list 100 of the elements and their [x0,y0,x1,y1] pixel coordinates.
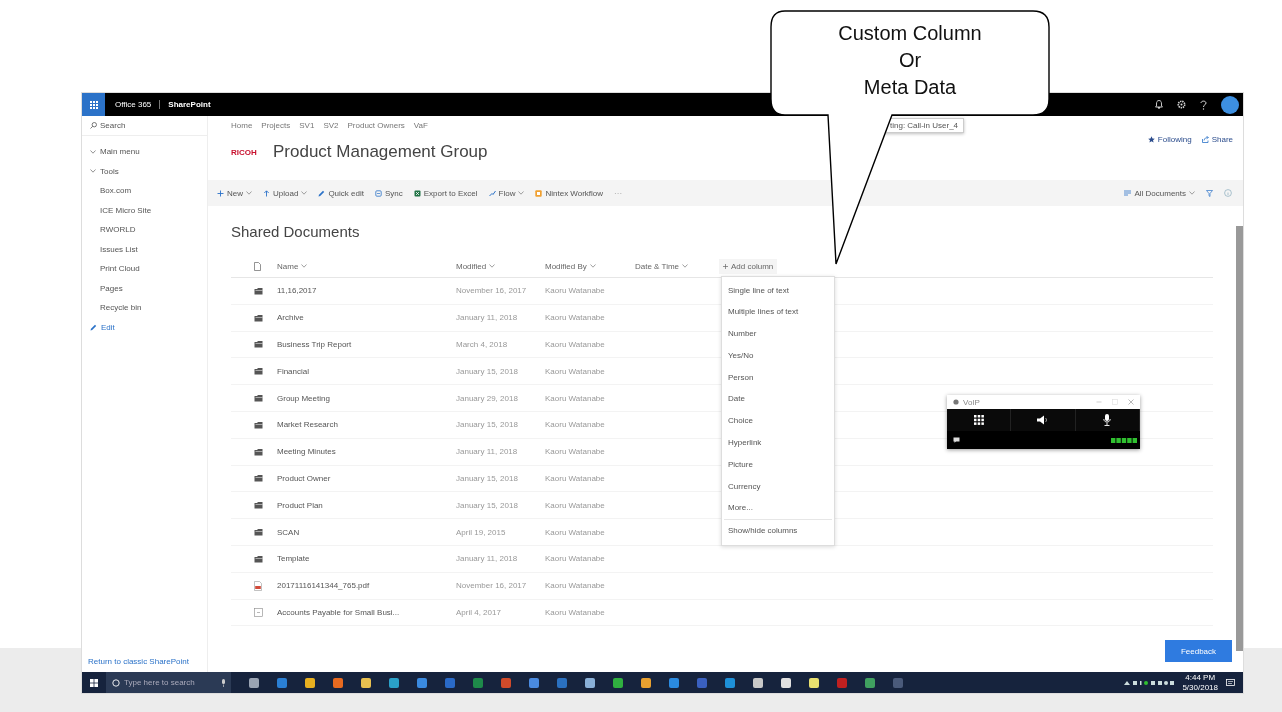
nav-item[interactable]: Main menu [82,142,207,162]
breadcrumb-link[interactable]: Home [231,121,253,131]
nav-item[interactable]: Recycle bin [82,298,207,318]
menu-item[interactable]: More... [722,497,834,520]
chevron-down-icon [589,264,596,268]
menu-item[interactable]: Currency [722,475,834,498]
nav-item[interactable]: Pages [82,278,207,298]
toolbar-button[interactable]: New [212,186,257,200]
toolbar-button[interactable]: Quick edit [313,186,369,200]
taskbar-app-icon[interactable] [865,677,875,688]
toolbar-button[interactable]: Sync [369,186,408,200]
file-name[interactable]: Business Trip Report [277,340,456,349]
taskbar-app-icon[interactable] [389,677,399,688]
table-cell-text: April 19, 2015 [456,527,507,537]
table-cell-text: Kaoru Watanabe [545,581,606,591]
taskbar-search-field[interactable]: Type here to search [106,672,231,693]
toolbar-button[interactable]: Export to Excel [408,186,483,200]
file-name[interactable]: SCAN [277,527,456,537]
table-cell-text: November 16, 2017 [456,581,528,591]
breadcrumb-link[interactable]: SV2 [323,121,339,131]
taskbar-app-icon[interactable] [753,677,763,688]
share-link[interactable]: Share [1201,135,1233,144]
nav-item[interactable]: Tools [82,161,207,181]
breadcrumb-link[interactable]: Projects [261,121,291,131]
taskbar-app-icon[interactable] [333,677,343,688]
file-name[interactable]: Archive [277,313,456,323]
menu-item[interactable]: Single line of text [722,279,834,302]
taskbar-app-icon[interactable] [613,677,623,688]
taskbar-app-icon[interactable] [809,677,819,688]
filter-icon [1206,189,1213,197]
column-header[interactable]: Name [277,261,456,271]
nav-item[interactable]: Issues List [82,239,207,259]
classic-link[interactable]: Return to classic SharePoint [82,657,207,672]
nav-item[interactable]: ICE Micro Site [82,200,207,220]
chat-icon [953,437,960,443]
product-name[interactable]: SharePoint [168,100,211,109]
folder-icon [254,367,263,376]
breadcrumb-link[interactable]: SV1 [299,121,315,131]
folder-icon [254,554,263,563]
menu-item[interactable]: Date [722,388,834,411]
add-column-button[interactable]: Add column [719,258,778,274]
toolbar-button[interactable]: Nintex Workflow [530,186,609,200]
microphone-button[interactable] [1075,409,1140,431]
search-icon [90,122,97,129]
table-cell-text: January 11, 2018 [456,313,519,323]
table-cell-text: April 4, 2017 [456,607,502,617]
menu-item[interactable]: Yes/No [722,344,834,367]
column-header[interactable]: Modified By [545,261,635,271]
plus-icon [217,189,224,197]
column-header[interactable]: Date & Time [635,261,719,271]
file-name[interactable]: 11,16,2017 [277,286,456,296]
toolbar-button[interactable]: Flow [483,186,530,200]
folder-icon [254,394,263,403]
file-name[interactable]: Product Plan [277,500,456,510]
toolbar-button[interactable]: Upload [258,186,313,200]
table-cell-text: Kaoru Watanabe [545,527,606,537]
table-cell-text: Kaoru Watanabe [545,447,606,457]
file-name[interactable]: Product Owner [277,473,456,483]
menu-item[interactable]: Person [722,366,834,389]
taskbar-app-icon[interactable] [305,677,315,688]
nav-item[interactable]: Box.com [82,181,207,201]
keypad-button[interactable] [947,409,1012,431]
taskbar-app-icon[interactable] [781,677,791,688]
menu-item[interactable]: Multiple lines of text [722,301,834,324]
file-name[interactable]: Meeting Minutes [277,447,456,457]
table-cell-text: Kaoru Watanabe [545,607,606,617]
nav-item[interactable]: Print Cloud [82,259,207,279]
view-dropdown[interactable]: All Documents [1119,186,1200,200]
speaker-button[interactable] [1011,409,1076,431]
table-cell-text: January 29, 2018 [456,393,519,403]
file-name[interactable]: Accounts Payable for Small Busi... [277,607,456,617]
menu-item[interactable]: Choice [722,410,834,433]
taskbar-app-icon[interactable] [641,677,651,688]
file-name[interactable]: Market Research [277,420,456,430]
nav-item[interactable]: RWORLD [82,220,207,240]
file-name[interactable]: 20171116141344_765.pdf [277,581,456,591]
menu-item[interactable]: Number [722,323,834,345]
menu-item[interactable]: Picture [722,453,834,476]
table-cell-text: Kaoru Watanabe [545,473,606,483]
edit-link[interactable]: Edit [82,317,207,337]
column-header[interactable]: Modified [456,261,545,271]
breadcrumb-link[interactable]: VaF [413,121,428,131]
breadcrumb-link[interactable]: Product Owners [347,121,405,131]
file-name[interactable]: Template [277,554,456,564]
following-link[interactable]: Following [1147,135,1192,144]
taskbar-app-icon[interactable] [585,677,595,688]
table-cell-text: Kaoru Watanabe [545,286,606,296]
folder-icon [254,474,263,483]
file-name[interactable]: Financial [277,366,456,376]
menu-item[interactable]: Show/hide columns [722,520,834,543]
menu-item[interactable]: Hyperlink [722,432,834,454]
app-name[interactable]: Office 365 [115,100,161,109]
scrollbar[interactable] [1236,226,1243,651]
app-launcher-button[interactable] [82,93,105,116]
feedback-button[interactable]: Feedback [1165,640,1232,662]
taskbar-app-icon[interactable] [361,677,371,688]
avatar-circle[interactable] [1221,95,1239,114]
share-icon [1201,136,1209,143]
file-name[interactable]: Group Meeting [277,393,456,403]
taskbar-app-icon[interactable] [249,677,259,688]
